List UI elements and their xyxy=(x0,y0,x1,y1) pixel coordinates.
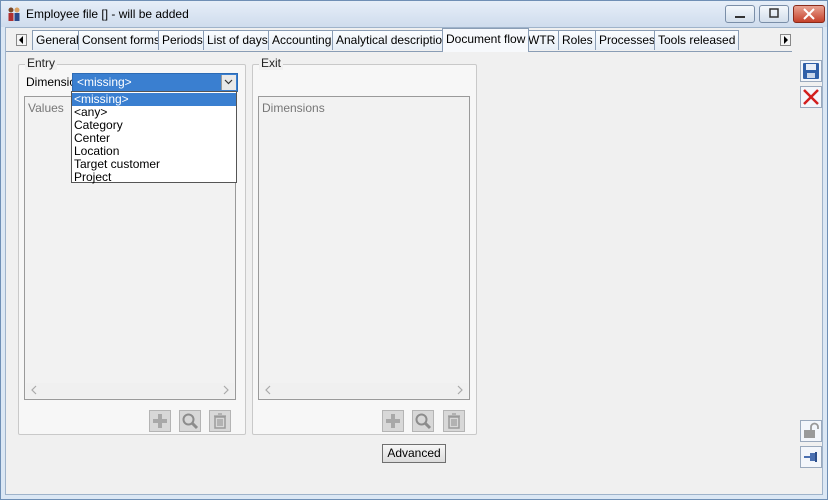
maximize-icon xyxy=(769,8,779,18)
entry-legend: Entry xyxy=(25,56,58,70)
dimension-dropdown-button[interactable] xyxy=(221,75,236,90)
close-button[interactable] xyxy=(793,5,825,23)
scroll-right-icon xyxy=(457,385,463,395)
entry-add-button[interactable] xyxy=(149,410,171,432)
dimension-option-project[interactable]: Project xyxy=(72,171,236,184)
dimensions-horizontal-scrollbar[interactable] xyxy=(260,383,468,398)
tab-tools-released[interactable]: Tools released xyxy=(654,30,740,50)
trash-icon xyxy=(448,413,460,429)
window-title: Employee file [] - will be added xyxy=(26,7,189,21)
entry-delete-button[interactable] xyxy=(209,410,231,432)
values-horizontal-scrollbar[interactable] xyxy=(26,383,234,398)
cancel-button[interactable] xyxy=(800,86,822,108)
magnifier-icon xyxy=(182,413,199,430)
advanced-button[interactable]: Advanced xyxy=(382,444,446,463)
maximize-button[interactable] xyxy=(759,5,789,23)
dimensions-list[interactable]: Dimensions xyxy=(258,96,470,400)
tab-scroll-right-button[interactable] xyxy=(780,34,791,46)
tab-processes[interactable]: Processes xyxy=(595,30,660,50)
title-bar: Employee file [] - will be added xyxy=(1,1,827,27)
save-icon xyxy=(803,63,819,79)
tab-general[interactable]: General xyxy=(32,30,83,50)
exit-legend: Exit xyxy=(259,56,284,70)
cancel-x-icon xyxy=(803,89,819,105)
plus-icon xyxy=(153,414,167,428)
tab-scroll-left-button[interactable] xyxy=(16,34,27,46)
exit-add-button[interactable] xyxy=(382,410,404,432)
tab-periods[interactable]: Periods xyxy=(158,30,207,50)
values-label: Values xyxy=(28,101,64,115)
scroll-right-icon xyxy=(223,385,229,395)
chevron-down-icon xyxy=(224,79,233,85)
close-icon xyxy=(803,8,815,20)
dimension-combobox[interactable]: <missing> xyxy=(72,73,238,92)
magnifier-icon xyxy=(415,413,432,430)
plus-icon xyxy=(386,414,400,428)
save-button[interactable] xyxy=(800,60,822,82)
tab-accounting[interactable]: Accounting xyxy=(268,30,336,50)
employee-file-window: Employee file [] - will be added General… xyxy=(0,0,828,500)
entry-search-button[interactable] xyxy=(179,410,201,432)
dimensions-label: Dimensions xyxy=(262,101,325,115)
employees-app-icon xyxy=(8,7,20,21)
pin-icon xyxy=(804,452,817,462)
trash-icon xyxy=(214,413,226,429)
arrow-right-icon xyxy=(784,36,788,44)
tab-roles[interactable]: Roles xyxy=(558,30,597,50)
tab-list-of-days[interactable]: List of days xyxy=(203,30,272,50)
scroll-left-icon xyxy=(265,385,271,395)
arrow-left-icon xyxy=(19,36,23,44)
unlock-button[interactable] xyxy=(800,420,822,442)
minimize-button[interactable] xyxy=(725,5,755,23)
padlock-icon xyxy=(804,422,819,438)
scroll-left-icon xyxy=(31,385,37,395)
tab-document-flow[interactable]: Document flow xyxy=(442,28,530,52)
dimension-selected-value: <missing> xyxy=(77,75,132,89)
tab-consent-forms[interactable]: Consent forms xyxy=(78,30,165,50)
minimize-icon xyxy=(735,16,745,18)
tab-strip: General Consent forms Periods List of da… xyxy=(6,28,822,52)
tab-analytical-description[interactable]: Analytical description xyxy=(332,30,453,50)
pin-button[interactable] xyxy=(800,446,822,468)
dimension-dropdown-list: <missing> <any> Category Center Location… xyxy=(71,91,237,184)
exit-search-button[interactable] xyxy=(412,410,434,432)
exit-delete-button[interactable] xyxy=(443,410,465,432)
